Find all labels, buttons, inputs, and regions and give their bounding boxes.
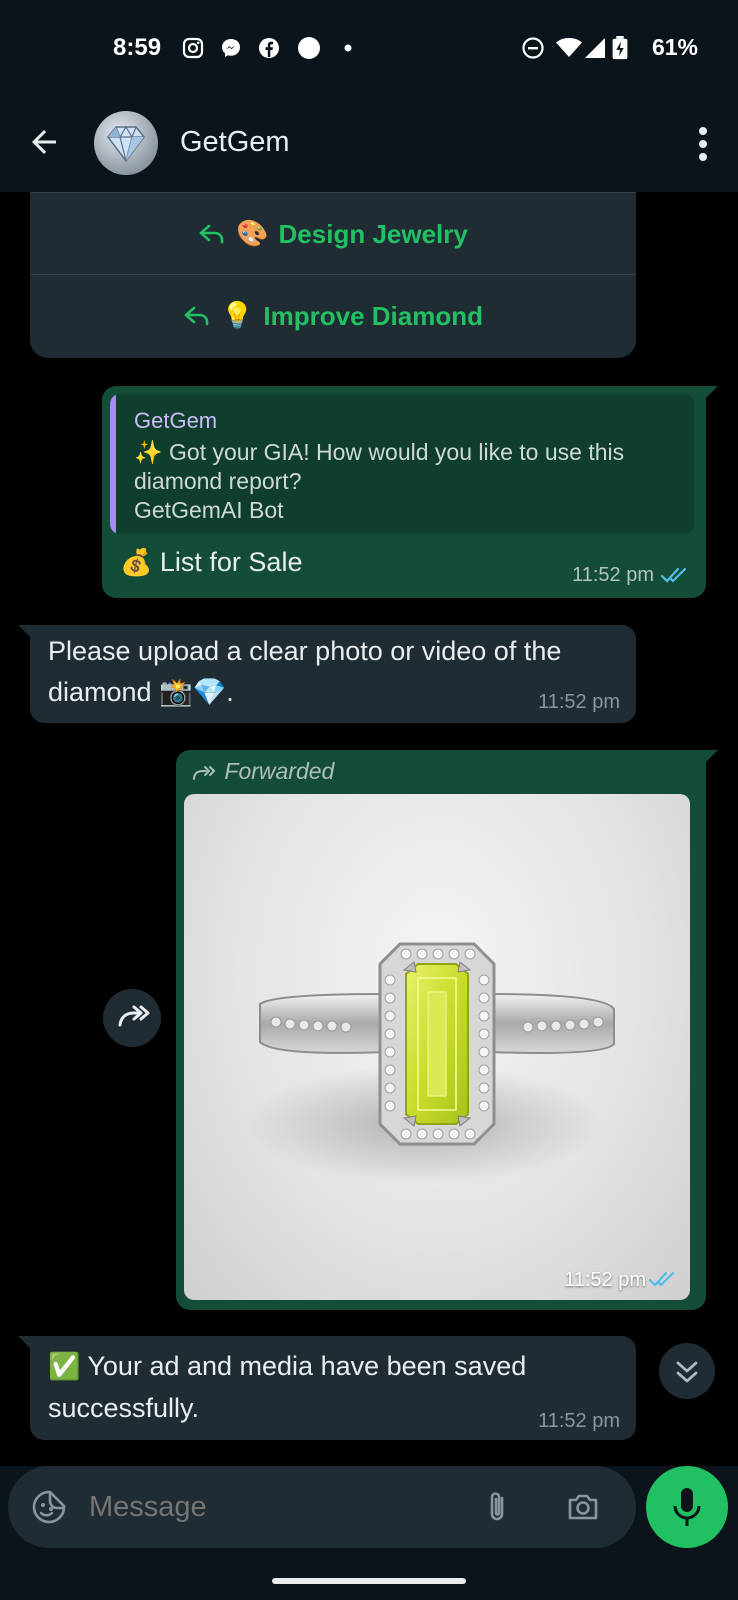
forwarded-text: Forwarded [224, 758, 335, 784]
keyboard-button-improve-diamond[interactable]: 💡 Improve Diamond [30, 274, 636, 357]
message-time: 11:52 pm [538, 1410, 620, 1432]
quoted-footer: GetGemAI Bot [134, 497, 284, 523]
attach-paperclip-icon[interactable] [478, 1488, 516, 1526]
contact-name[interactable]: GetGem [180, 126, 290, 159]
double-check-read-icon [660, 567, 687, 583]
bubble-tail [706, 750, 718, 762]
bubble-tail [706, 386, 718, 398]
quoted-message[interactable]: GetGem ✨ Got your GIA! How would you lik… [110, 394, 694, 534]
double-check-read-icon [648, 1271, 675, 1287]
bubble-tail [18, 625, 30, 637]
forwarded-label: Forwarded [192, 758, 334, 785]
message-composer [8, 1466, 636, 1548]
ring-illustration [259, 942, 615, 1146]
circle-icon [298, 37, 320, 59]
status-time: 8:59 [113, 34, 162, 61]
message-line-2: successfully. [48, 1393, 200, 1423]
instagram-icon [182, 37, 204, 59]
status-bar: 8:59 61% [0, 0, 738, 96]
outgoing-forwarded-photo[interactable]: Forwarded 11:52 pm [176, 750, 718, 1310]
battery-percent: 61% [651, 34, 698, 60]
message-line-2: diamond 📸💎. [48, 677, 234, 707]
palette-emoji: 🎨 [236, 219, 269, 249]
bubble-tail [18, 1336, 30, 1348]
forward-arrows-icon [118, 1005, 150, 1027]
incoming-message-upload-request[interactable]: Please upload a clear photo or video of … [18, 625, 636, 723]
facebook-icon [259, 38, 279, 58]
message-time: 11:52 pm [538, 691, 620, 713]
forward-button[interactable] [103, 989, 161, 1047]
outgoing-message-list-for-sale[interactable]: GetGem ✨ Got your GIA! How would you lik… [102, 386, 718, 598]
message-text: ✅ Your ad and media have been saved succ… [48, 1346, 608, 1429]
more-options-icon[interactable] [698, 126, 708, 162]
message-body: List for Sale [159, 547, 303, 577]
battery-charging-icon [612, 36, 628, 60]
reply-arrow-icon [184, 306, 209, 326]
quoted-text-body: ✨ Got your GIA! How would you like to us… [134, 439, 625, 494]
message-line-1: Please upload a clear photo or video of … [48, 636, 562, 666]
quoted-text: ✨ Got your GIA! How would you like to us… [134, 438, 694, 525]
reply-arrow-icon [199, 224, 224, 244]
chat-area[interactable]: 🎨 Design Jewelry 💡 Improve Diamond GetGe… [0, 192, 738, 1466]
voice-message-button[interactable] [646, 1466, 728, 1548]
do-not-disturb-icon [522, 37, 544, 59]
keyboard-button-label: Improve Diamond [263, 300, 483, 331]
quoted-sender: GetGem [134, 408, 218, 433]
keyboard-button-design-jewelry[interactable]: 🎨 Design Jewelry [30, 192, 636, 275]
camera-icon[interactable] [564, 1488, 602, 1526]
message-text: 💰 List for Sale [120, 542, 302, 584]
message-line-1: Your ad and media have been saved [87, 1351, 527, 1381]
ring-photo[interactable]: 11:52 pm [184, 794, 690, 1300]
back-arrow-icon[interactable] [26, 124, 62, 160]
signal-icon [585, 38, 605, 58]
double-chevron-down-icon [676, 1361, 698, 1383]
money-bag-emoji: 💰 [120, 548, 153, 578]
messenger-icon [222, 39, 240, 57]
scroll-to-bottom-button[interactable] [659, 1343, 715, 1399]
contact-avatar[interactable] [94, 111, 158, 175]
sticker-emoji-icon[interactable] [30, 1488, 68, 1526]
dot-icon [344, 44, 352, 52]
diamond-avatar-icon [107, 125, 145, 163]
home-indicator[interactable] [272, 1578, 466, 1584]
check-mark-emoji: ✅ [48, 1352, 81, 1382]
photo-time: 11:52 pm [564, 1269, 646, 1291]
wifi-icon [556, 38, 582, 57]
forwarded-icon [193, 765, 216, 780]
message-input[interactable] [87, 1490, 471, 1525]
incoming-message-saved[interactable]: ✅ Your ad and media have been saved succ… [18, 1336, 636, 1440]
message-time: 11:52 pm [572, 564, 654, 586]
chat-header: GetGem [0, 96, 738, 192]
lightbulb-emoji: 💡 [221, 301, 254, 331]
quote-bar [110, 394, 116, 534]
keyboard-button-label: Design Jewelry [278, 218, 468, 249]
bot-keyboard: 🎨 Design Jewelry 💡 Improve Diamond [30, 192, 636, 358]
microphone-icon [673, 1488, 701, 1526]
